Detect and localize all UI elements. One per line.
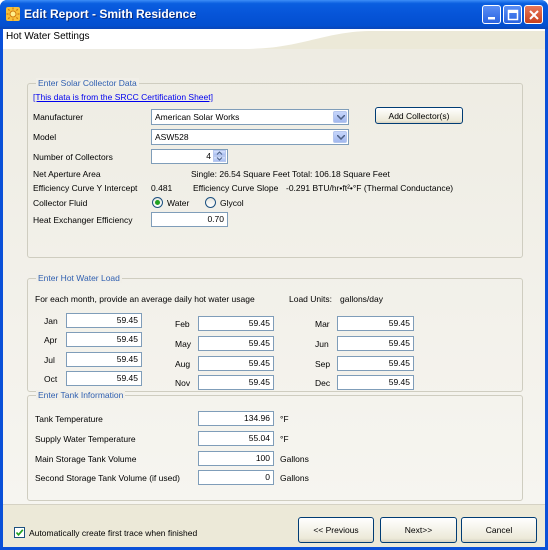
app-sun-icon — [6, 7, 20, 21]
month-label-aug: Aug — [175, 359, 191, 369]
month-input-may[interactable]: 59.45 — [198, 336, 274, 351]
settings-content: Enter Solar Collector Data [This data is… — [3, 49, 545, 504]
month-input-aug[interactable]: 59.45 — [198, 356, 274, 371]
header-band: Hot Water Settings — [3, 29, 545, 49]
solar-collector-group: Enter Solar Collector Data [This data is… — [27, 78, 523, 258]
month-input-dec[interactable]: 59.45 — [337, 375, 414, 390]
eff-intercept-label: Efficiency Curve Y Intercept — [33, 183, 138, 193]
close-icon — [529, 10, 539, 20]
supply-temp-unit: °F — [280, 434, 289, 444]
month-label-jul: Jul — [44, 355, 55, 365]
month-label-may: May — [175, 339, 192, 349]
title-bar[interactable]: Edit Report - Smith Residence — [0, 0, 548, 29]
month-input-mar[interactable]: 59.45 — [337, 316, 414, 331]
model-label: Model — [33, 132, 57, 142]
hot-water-load-group: Enter Hot Water Load For each month, pro… — [27, 273, 523, 392]
auto-trace-label: Automatically create first trace when fi… — [29, 528, 198, 538]
srcc-link[interactable]: [This data is from the SRCC Certificatio… — [33, 92, 213, 102]
month-input-feb[interactable]: 59.45 — [198, 316, 274, 331]
month-label-jan: Jan — [44, 316, 58, 326]
chevron-down-icon[interactable] — [333, 131, 347, 143]
radio-selected-dot — [155, 200, 160, 205]
minimize-button[interactable] — [482, 5, 501, 24]
cancel-button[interactable]: Cancel — [461, 517, 537, 543]
month-label-dec: Dec — [315, 378, 331, 388]
fluid-water-radio[interactable] — [152, 197, 163, 208]
auto-trace-checkbox[interactable] — [14, 527, 25, 538]
eff-slope-value: -0.291 BTU/hr•ft²•°F (Thermal Conductanc… — [286, 183, 454, 193]
solar-collector-legend: Enter Solar Collector Data — [36, 78, 139, 88]
next-label: Next>> — [404, 525, 433, 535]
month-label-mar: Mar — [315, 319, 330, 329]
fluid-glycol-radio[interactable] — [205, 197, 216, 208]
month-label-nov: Nov — [175, 378, 191, 388]
month-label-oct: Oct — [44, 374, 58, 384]
cancel-label: Cancel — [485, 525, 513, 535]
previous-button[interactable]: << Previous — [298, 517, 374, 543]
load-units-label: Load Units: — [289, 294, 332, 304]
main-volume-label: Main Storage Tank Volume — [35, 454, 137, 464]
manufacturer-dropdown[interactable]: American Solar Works — [151, 109, 349, 125]
hx-efficiency-label: Heat Exchanger Efficiency — [33, 215, 133, 225]
num-collectors-label: Number of Collectors — [33, 152, 113, 162]
footer-bar: Automatically create first trace when fi… — [3, 504, 545, 547]
add-collector-button[interactable]: Add Collector(s) — [375, 107, 463, 124]
num-collectors-value: 4 — [206, 151, 211, 161]
edit-report-window: Edit Report - Smith Residence Hot Water … — [0, 0, 548, 550]
hx-efficiency-input[interactable]: 0.70 — [151, 212, 228, 227]
tank-temp-label: Tank Temperature — [35, 414, 103, 424]
collector-fluid-label: Collector Fluid — [33, 198, 88, 208]
minimize-icon — [488, 17, 495, 20]
month-input-apr[interactable]: 59.45 — [66, 332, 142, 347]
month-input-oct[interactable]: 59.45 — [66, 371, 142, 386]
month-input-sep[interactable]: 59.45 — [337, 356, 414, 371]
eff-slope-label: Efficiency Curve Slope — [193, 183, 279, 193]
main-volume-unit: Gallons — [280, 454, 309, 464]
tank-temp-unit: °F — [280, 414, 289, 424]
window-title: Edit Report - Smith Residence — [24, 7, 197, 21]
checkmark-icon — [15, 529, 24, 537]
single-area-value: Single: 26.54 Square Feet — [191, 169, 290, 179]
hot-water-load-legend: Enter Hot Water Load — [36, 273, 122, 283]
net-aperture-label: Net Aperture Area — [33, 169, 101, 179]
month-label-sep: Sep — [315, 359, 331, 369]
supply-temp-input[interactable]: 55.04 — [198, 431, 274, 446]
fluid-water-label: Water — [167, 198, 190, 208]
tank-info-group: Enter Tank Information Tank Temperature … — [27, 390, 523, 501]
maximize-button[interactable] — [503, 5, 522, 24]
maximize-icon — [507, 9, 519, 21]
main-volume-input[interactable]: 100 — [198, 451, 274, 466]
dialog-client-area: Hot Water Settings Enter Solar Collector… — [3, 29, 545, 547]
month-label-jun: Jun — [315, 339, 329, 349]
total-area-value: Total: 106.18 Square Feet — [292, 169, 390, 179]
add-collector-label: Add Collector(s) — [388, 111, 450, 121]
second-volume-label: Second Storage Tank Volume (if used) — [35, 473, 180, 483]
month-label-feb: Feb — [175, 319, 190, 329]
fluid-glycol-label: Glycol — [220, 198, 244, 208]
eff-intercept-value: 0.481 — [151, 183, 173, 193]
month-input-nov[interactable]: 59.45 — [198, 375, 274, 390]
chevron-down-icon[interactable] — [333, 111, 347, 123]
manufacturer-value: American Solar Works — [155, 112, 240, 122]
previous-label: << Previous — [313, 525, 359, 535]
tank-temp-input[interactable]: 134.96 — [198, 411, 274, 426]
second-volume-input[interactable]: 0 — [198, 470, 274, 485]
month-input-jan[interactable]: 59.45 — [66, 313, 142, 328]
month-label-apr: Apr — [44, 335, 58, 345]
load-instruction: For each month, provide an average daily… — [35, 294, 255, 304]
model-dropdown[interactable]: ASW528 — [151, 129, 349, 145]
manufacturer-label: Manufacturer — [33, 112, 84, 122]
second-volume-unit: Gallons — [280, 473, 309, 483]
month-input-jun[interactable]: 59.45 — [337, 336, 414, 351]
num-collectors-stepper[interactable]: 4 — [151, 149, 228, 164]
month-input-jul[interactable]: 59.45 — [66, 352, 142, 367]
tank-info-legend: Enter Tank Information — [36, 390, 126, 400]
spinner-arrows-icon[interactable] — [213, 150, 226, 163]
load-units-value: gallons/day — [340, 294, 384, 304]
supply-temp-label: Supply Water Temperature — [35, 434, 136, 444]
page-title: Hot Water Settings — [6, 31, 90, 42]
model-value: ASW528 — [155, 132, 189, 142]
next-button[interactable]: Next>> — [380, 517, 457, 543]
close-button[interactable] — [524, 5, 543, 24]
